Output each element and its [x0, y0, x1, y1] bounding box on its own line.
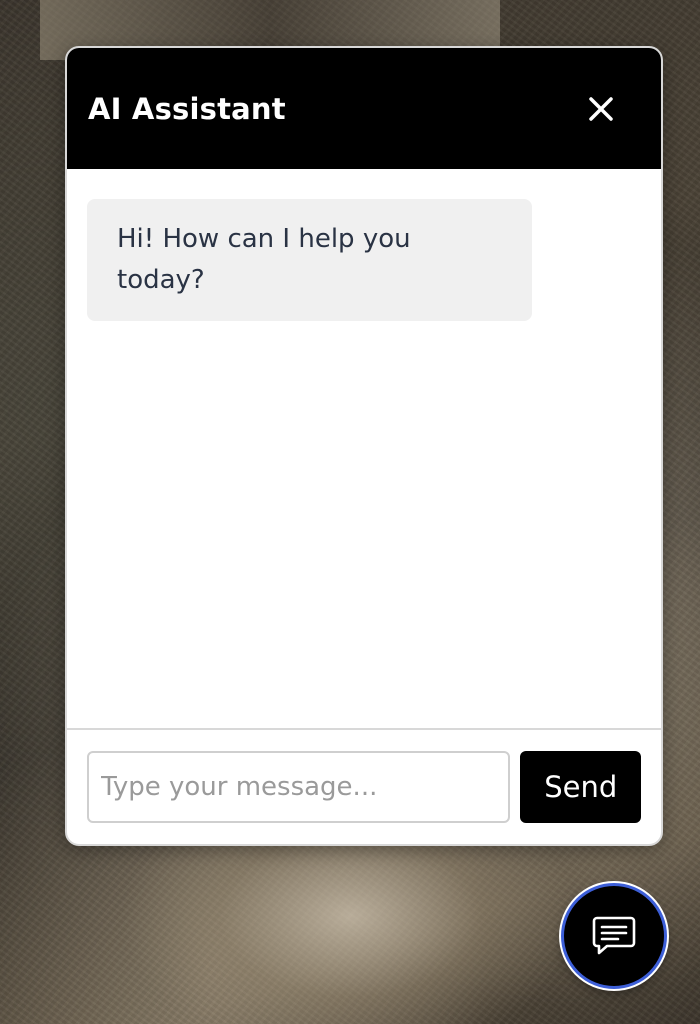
message-list: Hi! How can I help you today? — [67, 169, 661, 728]
chat-bubble-icon — [592, 916, 636, 955]
chat-header: AI Assistant — [67, 48, 661, 169]
chat-window: AI Assistant Hi! How can I help you toda… — [65, 46, 663, 846]
close-button[interactable] — [585, 93, 617, 125]
message-input[interactable] — [87, 751, 511, 823]
assistant-message: Hi! How can I help you today? — [87, 199, 532, 321]
chat-title: AI Assistant — [88, 91, 286, 126]
close-icon — [589, 96, 613, 121]
chat-toggle-button[interactable] — [561, 883, 667, 989]
send-button[interactable]: Send — [520, 751, 641, 823]
input-bar: Send — [67, 728, 661, 844]
background-figure — [120, 820, 580, 1024]
